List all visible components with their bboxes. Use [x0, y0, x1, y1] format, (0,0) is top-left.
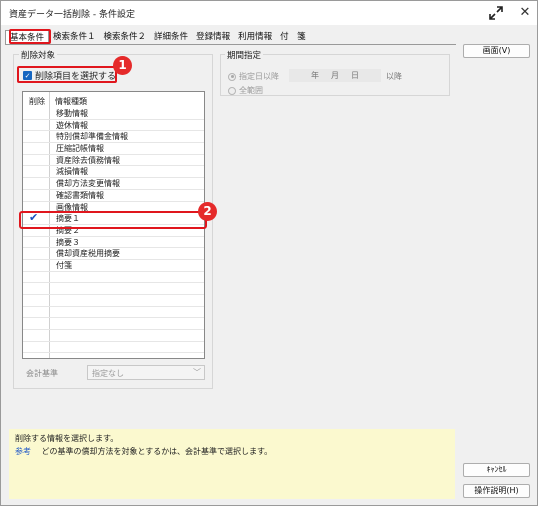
accounting-standard-select[interactable]: 指定なし ﹀ [87, 365, 205, 380]
tab-sticky[interactable]: 付 箋 [276, 30, 310, 44]
list-item-label: 圧縮記帳情報 [56, 144, 104, 154]
radio-all-range[interactable]: 全範囲 [228, 85, 263, 96]
title-bar: 資産データ一括削除 - 条件設定 ✕ [1, 1, 537, 25]
hint-reference-label: 参考 [15, 447, 31, 456]
tab-search-2[interactable]: 検索条件２ [100, 30, 151, 44]
expand-icon[interactable] [487, 4, 505, 22]
list-item-label: 遊休情報 [56, 120, 88, 130]
checkbox-highlight-box [17, 66, 117, 83]
list-item-label: 償却方法変更情報 [56, 179, 120, 189]
accounting-standard-label: 会計基準 [26, 369, 58, 378]
cancel-button[interactable]: ｷｬﾝｾﾙ [463, 463, 530, 477]
step-badge-2: 2 [198, 202, 217, 221]
list-item[interactable]: 移動情報 [23, 108, 204, 120]
empty-list-row [23, 318, 204, 331]
empty-list-row [23, 307, 204, 319]
screen-button[interactable]: 画面(V) [463, 44, 530, 58]
tab-usage[interactable]: 利用情報 [234, 30, 276, 44]
dialog-window: 資産データ一括削除 - 条件設定 ✕ 基本条件 検索条件１ 検索条件２ 詳細条件… [0, 0, 538, 506]
step-badge-1: 1 [113, 56, 132, 75]
column-info-kind: 情報種類 [55, 97, 87, 106]
list-item-label: 付箋 [56, 260, 72, 270]
row-highlight-box [19, 211, 207, 229]
radio-unselected-icon [228, 86, 236, 95]
list-item[interactable]: 摘要３ [23, 237, 204, 249]
empty-list-row [23, 272, 204, 284]
radio-selected-icon [228, 72, 236, 81]
date-day-label: 日 [351, 71, 359, 80]
list-item[interactable]: 償却方法変更情報 [23, 178, 204, 190]
date-month-label: 月 [331, 71, 339, 80]
radio-all-label: 全範囲 [239, 86, 263, 95]
list-item[interactable]: 確認書類情報 [23, 190, 204, 202]
list-item-label: 移動情報 [56, 109, 88, 118]
list-item[interactable]: 付箋 [23, 260, 204, 272]
radio-specified-label: 指定日以降 [239, 72, 279, 81]
chevron-down-icon: ﹀ [193, 368, 201, 377]
hint-line-2: 参考 どの基準の償却方法を対象とするかは、会計基準で選択します。 [15, 446, 272, 457]
list-item[interactable]: 特別償却準備金情報 [23, 131, 204, 144]
close-icon[interactable]: ✕ [516, 4, 534, 22]
tab-search-1[interactable]: 検索条件１ [49, 30, 100, 44]
list-item[interactable]: 償却資産税用摘要 [23, 248, 204, 260]
period-title: 期間指定 [225, 49, 264, 61]
list-item[interactable]: 圧縮記帳情報 [23, 143, 204, 155]
tab-detail[interactable]: 詳細条件 [150, 30, 192, 44]
list-item[interactable]: 減損情報 [23, 166, 204, 179]
list-header: 削除 情報種類 [23, 92, 204, 108]
list-item-label: 減損情報 [56, 167, 88, 177]
tab-registration[interactable]: 登録情報 [192, 30, 234, 44]
empty-list-row [23, 283, 204, 295]
hint-panel: 削除する情報を選択します。 参考 どの基準の償却方法を対象とするかは、会計基準で… [9, 429, 455, 499]
list-rows: 移動情報遊休情報特別償却準備金情報 圧縮記帳情報 資産除去債務情報 減損情報償却方法変… [23, 108, 204, 354]
empty-list-row [23, 342, 204, 354]
date-input[interactable]: 年 月 日 [289, 69, 381, 82]
radio-specified-date[interactable]: 指定日以降 [228, 71, 279, 82]
hint-reference-text: どの基準の償却方法を対象とするかは、会計基準で選択します。 [41, 447, 273, 456]
delete-target-title: 削除対象 [19, 49, 58, 61]
list-item-label: 摘要３ [56, 237, 80, 247]
list-item[interactable]: 遊休情報 [23, 120, 204, 132]
list-item-label: 償却資産税用摘要 [56, 249, 120, 259]
list-item-label: 資産除去債務情報 [56, 155, 120, 165]
tab-highlight-box [9, 29, 51, 44]
date-suffix: 以降 [386, 72, 402, 81]
list-item-label: 特別償却準備金情報 [56, 132, 128, 142]
column-delete: 削除 [29, 97, 45, 106]
window-title: 資産データ一括削除 - 条件設定 [9, 10, 135, 20]
list-item[interactable]: 資産除去債務情報 [23, 155, 204, 167]
date-year-label: 年 [311, 71, 319, 80]
hint-line-1: 削除する情報を選択します。 [15, 434, 119, 443]
accounting-standard-value: 指定なし [92, 369, 124, 378]
list-item-label: 確認書類情報 [56, 190, 104, 200]
empty-list-row [23, 295, 204, 307]
help-button[interactable]: 操作説明(H) [463, 484, 530, 498]
empty-list-row [23, 330, 204, 342]
